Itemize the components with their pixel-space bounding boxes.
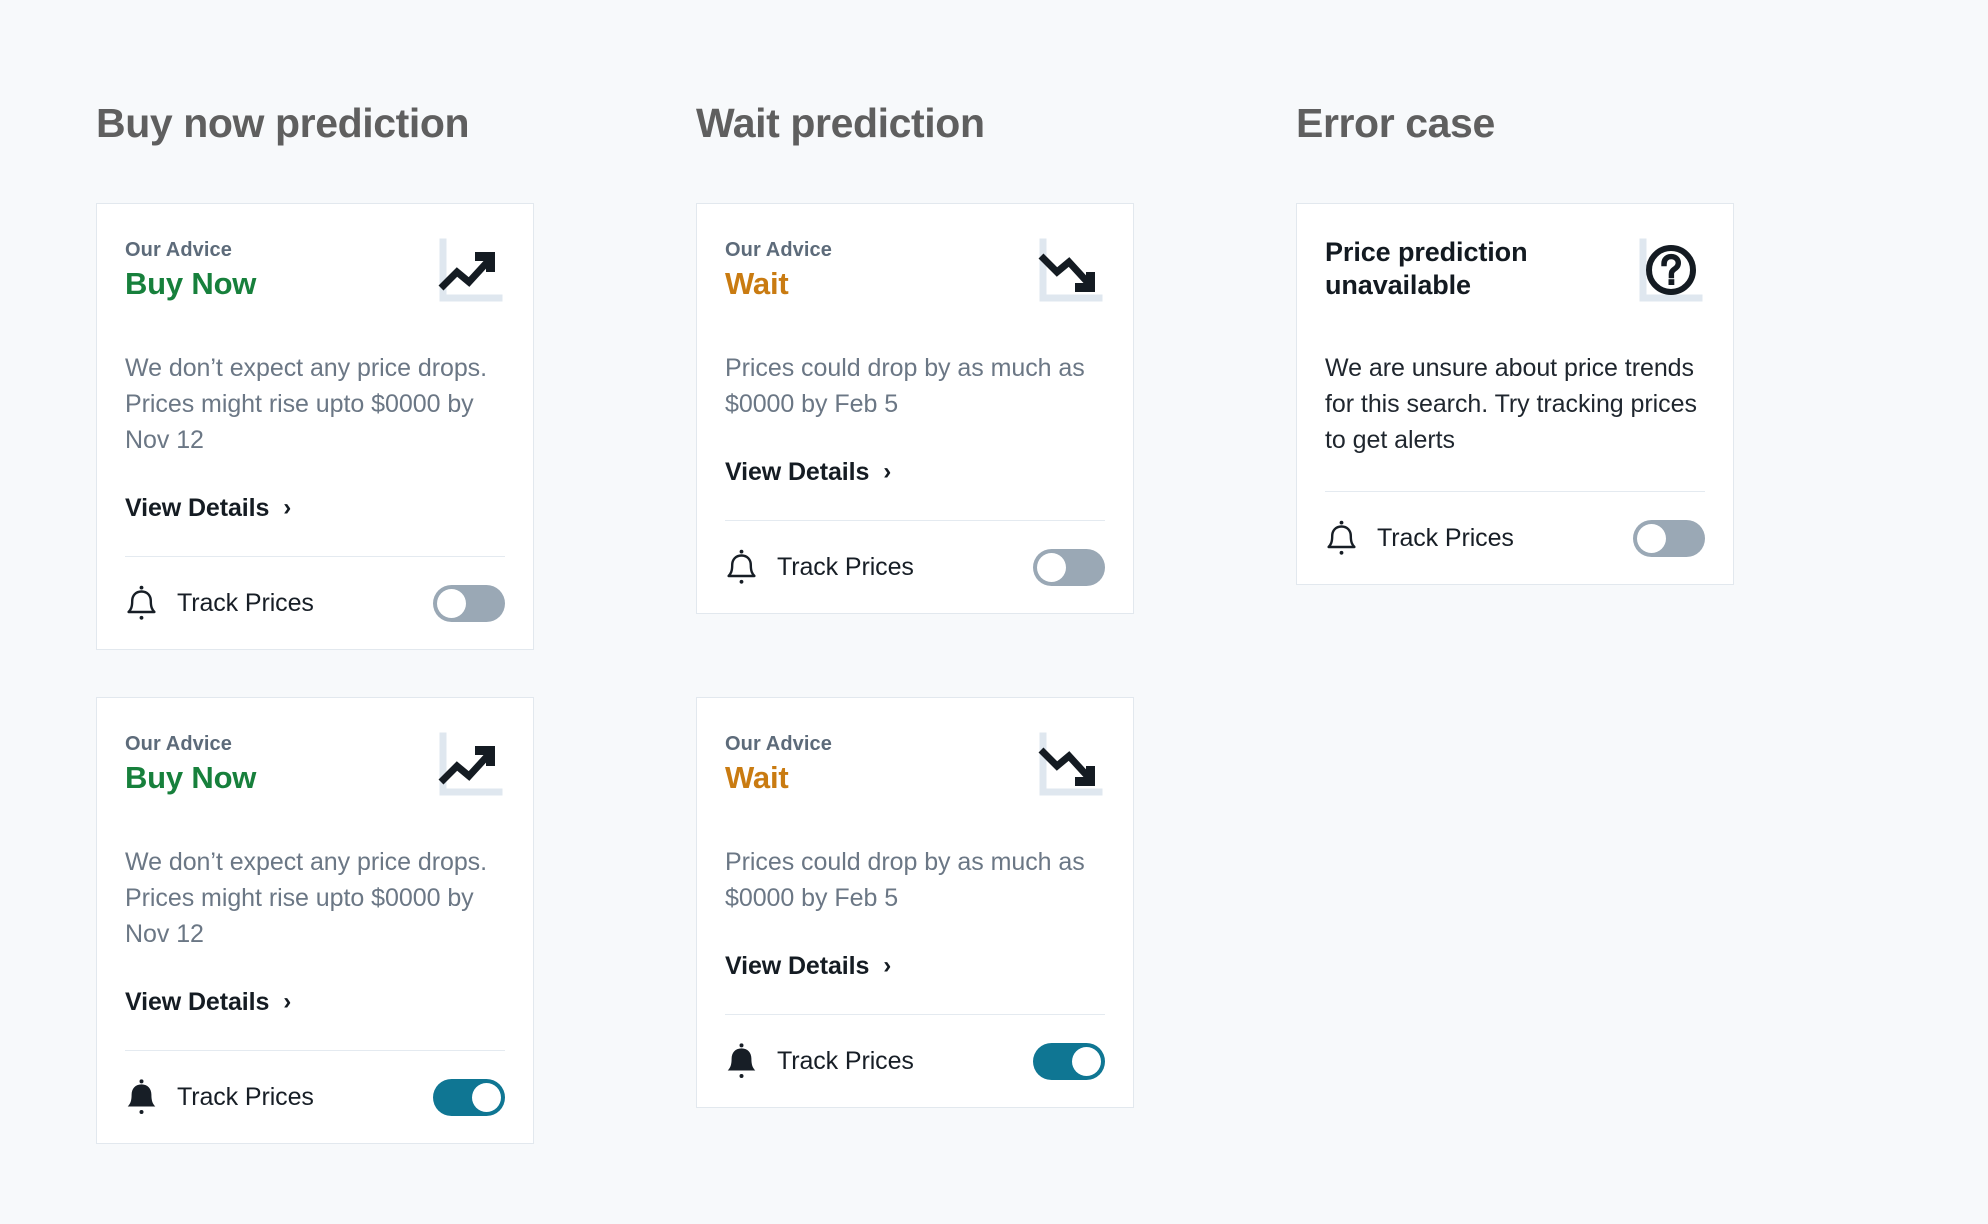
track-prices-label: Track Prices: [177, 1082, 314, 1111]
advice-value: Wait: [725, 266, 789, 301]
advice-block: Our Advice Buy Now: [125, 234, 256, 305]
card-header: Our Advice Buy Now: [125, 234, 505, 320]
track-prices-row: Track Prices: [725, 1015, 1105, 1107]
toggle-knob: [437, 588, 466, 618]
card-header: Price prediction unavailable: [1325, 234, 1705, 320]
prediction-card-wait-on[interactable]: Our Advice Wait Prices could drop by as …: [696, 697, 1134, 1108]
bell-outline-icon: [125, 585, 158, 621]
prediction-card-buy-now-on[interactable]: Our Advice Buy Now We don’t expect any p…: [96, 697, 534, 1144]
track-prices-toggle[interactable]: [1033, 1042, 1105, 1080]
card-body-text: We don’t expect any price drops. Prices …: [125, 848, 488, 948]
prediction-card-buy-now-off[interactable]: Our Advice Buy Now We don’t expect any p…: [96, 203, 534, 650]
track-prices-row: Track Prices: [1325, 492, 1705, 584]
view-details-link[interactable]: View Details ›: [125, 988, 505, 1017]
chevron-right-icon: ›: [883, 951, 892, 979]
track-prices-toggle[interactable]: [1033, 548, 1105, 586]
view-details-link[interactable]: View Details ›: [125, 494, 505, 523]
chevron-right-icon: ›: [883, 457, 892, 485]
advice-label: Our Advice: [125, 239, 232, 261]
track-prices-toggle[interactable]: [1633, 519, 1705, 557]
track-prices-row: Track Prices: [725, 521, 1105, 613]
question-mark-circle-icon: [1631, 236, 1705, 310]
chevron-right-icon: ›: [283, 493, 292, 521]
bell-outline-icon: [725, 549, 758, 585]
card-body-text: We are unsure about price trends for thi…: [1325, 354, 1697, 454]
bell-outline-icon: [1325, 520, 1358, 556]
track-prices-row: Track Prices: [125, 1051, 505, 1143]
view-details-label: View Details: [725, 952, 870, 980]
advice-label: Our Advice: [125, 733, 232, 755]
track-prices-label: Track Prices: [777, 1046, 914, 1075]
toggle-knob: [1037, 552, 1066, 582]
chevron-right-icon: ›: [283, 987, 292, 1015]
view-details-link[interactable]: View Details ›: [725, 952, 1105, 981]
track-prices-label: Track Prices: [177, 588, 314, 617]
advice-block: Our Advice Buy Now: [125, 728, 256, 799]
track-prices-label: Track Prices: [777, 552, 914, 581]
card-body-text: Prices could drop by as much as $0000 by…: [725, 354, 1085, 418]
price-prediction-card-gallery: Buy now prediction Wait prediction Error…: [0, 0, 1988, 1224]
column-heading-wait: Wait prediction: [696, 100, 985, 146]
column-heading-buy-now: Buy now prediction: [96, 100, 470, 146]
advice-value: Buy Now: [125, 266, 257, 301]
prediction-card-error[interactable]: Price prediction unavailable We are unsu…: [1296, 203, 1734, 585]
card-body-text: Prices could drop by as much as $0000 by…: [725, 848, 1085, 912]
view-details-label: View Details: [125, 494, 270, 522]
advice-value: Buy Now: [125, 760, 257, 795]
column-heading-error: Error case: [1296, 100, 1495, 146]
advice-label: Our Advice: [725, 239, 832, 261]
track-prices-toggle[interactable]: [433, 584, 505, 622]
prediction-card-wait-off[interactable]: Our Advice Wait Prices could drop by as …: [696, 203, 1134, 614]
view-details-label: View Details: [125, 988, 270, 1016]
trending-up-icon: [431, 730, 505, 804]
track-prices-label: Track Prices: [1377, 523, 1514, 552]
toggle-knob: [1072, 1046, 1101, 1076]
card-header: Our Advice Wait: [725, 234, 1105, 320]
trending-down-icon: [1031, 236, 1105, 310]
toggle-knob: [472, 1082, 501, 1112]
card-body-text: We don’t expect any price drops. Prices …: [125, 354, 488, 454]
advice-label: Our Advice: [725, 733, 832, 755]
track-prices-row: Track Prices: [125, 557, 505, 649]
card-header: Our Advice Wait: [725, 728, 1105, 814]
advice-block: Our Advice Wait: [725, 234, 832, 305]
trending-down-icon: [1031, 730, 1105, 804]
card-header: Our Advice Buy Now: [125, 728, 505, 814]
advice-value: Wait: [725, 760, 789, 795]
bell-filled-icon: [125, 1079, 158, 1115]
error-title: Price prediction unavailable: [1325, 237, 1528, 300]
view-details-label: View Details: [725, 458, 870, 486]
advice-block: Our Advice Wait: [725, 728, 832, 799]
trending-up-icon: [431, 236, 505, 310]
toggle-knob: [1637, 523, 1666, 553]
track-prices-toggle[interactable]: [433, 1078, 505, 1116]
bell-filled-icon: [725, 1043, 758, 1079]
view-details-link[interactable]: View Details ›: [725, 458, 1105, 487]
